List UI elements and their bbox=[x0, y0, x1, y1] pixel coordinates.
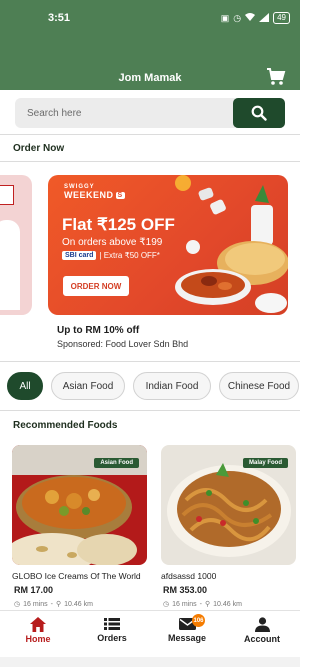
system-gesture-bar bbox=[0, 657, 300, 667]
banner-extra: SBI card | Extra ₹50 OFF* bbox=[62, 251, 160, 260]
food-card[interactable]: Asian Food GLOBO Ice Creams Of The World… bbox=[12, 445, 147, 610]
location-pin-icon: ⚲ bbox=[55, 601, 62, 608]
banner-brand-bottom: WEEKEND bbox=[64, 190, 114, 200]
food-category-tag: Malay Food bbox=[242, 458, 288, 468]
recommended-title: Recommended Foods bbox=[13, 420, 118, 431]
meta-separator: - bbox=[50, 600, 53, 608]
divider bbox=[0, 161, 300, 162]
chip-asian-food[interactable]: Asian Food bbox=[51, 372, 125, 400]
message-badge: 106 bbox=[192, 614, 205, 627]
status-time: 3:51 bbox=[48, 12, 71, 24]
chip-all[interactable]: All bbox=[7, 372, 43, 400]
banner-brand: WEEKEND S bbox=[64, 190, 125, 200]
food-name: GLOBO Ice Creams Of The World bbox=[12, 571, 141, 581]
search-bar bbox=[15, 98, 285, 128]
status-bar: 3:51 ▣ ◷ 49 bbox=[0, 0, 300, 40]
search-button[interactable] bbox=[233, 98, 285, 128]
meta-separator: - bbox=[199, 600, 202, 608]
promo-sponsor: Sponsored: Food Lover Sdn Bhd bbox=[57, 339, 189, 349]
clock-icon: ◷ bbox=[14, 601, 21, 608]
clock-icon: ◷ bbox=[163, 601, 170, 608]
food-image: Asian Food bbox=[12, 445, 147, 565]
app-title: Jom Mamak bbox=[118, 72, 182, 84]
person-icon bbox=[254, 617, 270, 632]
wifi-icon bbox=[245, 12, 256, 24]
food-name: afdsassd 1000 bbox=[161, 571, 217, 581]
delivery-time: 16 mins bbox=[23, 600, 48, 608]
divider bbox=[0, 361, 300, 362]
order-now-button[interactable]: ORDER NOW bbox=[63, 276, 129, 296]
food-image: Malay Food bbox=[161, 445, 296, 565]
nav-account-label: Account bbox=[244, 634, 280, 644]
promo-banner[interactable]: SWIGGY WEEKEND S Flat ₹125 OFF On orders… bbox=[48, 175, 288, 315]
nav-message[interactable]: 106 Message bbox=[157, 614, 217, 643]
banner-subline: On orders above ₹199 bbox=[62, 237, 163, 248]
food-price: RM 353.00 bbox=[163, 585, 208, 595]
banner-figure bbox=[0, 220, 20, 310]
food-card[interactable]: Malay Food afdsassd 1000 RM 353.00 ◷ 16 … bbox=[161, 445, 296, 610]
list-icon bbox=[104, 618, 120, 630]
nav-message-label: Message bbox=[167, 633, 207, 643]
banner-brand-mark: S bbox=[115, 191, 125, 199]
food-meta: ◷ 16 mins - ⚲ 10.46 km bbox=[14, 600, 93, 609]
category-chips: All Asian Food Indian Food Chinese Food bbox=[7, 372, 299, 400]
alarm-icon: ◷ bbox=[233, 12, 242, 23]
chip-indian-food[interactable]: Indian Food bbox=[133, 372, 211, 400]
chip-chinese-food[interactable]: Chinese Food bbox=[219, 372, 299, 400]
bottom-navigation: Home Orders 106 Message Account bbox=[0, 610, 300, 657]
banner-extra-text: | Extra ₹50 OFF* bbox=[99, 251, 160, 260]
search-icon bbox=[251, 105, 267, 121]
nav-orders[interactable]: Orders bbox=[82, 617, 142, 643]
cart-icon[interactable] bbox=[266, 68, 286, 86]
banner-food-art bbox=[175, 175, 288, 313]
location-pin-icon: ⚲ bbox=[204, 601, 211, 608]
food-price: RM 17.00 bbox=[14, 585, 54, 595]
banner-logo-fragment bbox=[0, 185, 14, 205]
previous-banner[interactable] bbox=[0, 175, 32, 315]
nav-home[interactable]: Home bbox=[8, 617, 68, 644]
promo-title: Up to RM 10% off bbox=[57, 325, 140, 336]
delivery-distance: 10.46 km bbox=[64, 600, 93, 608]
nav-home-label: Home bbox=[25, 634, 51, 644]
divider bbox=[0, 410, 300, 411]
home-icon bbox=[30, 617, 46, 632]
nav-account[interactable]: Account bbox=[232, 617, 292, 644]
search-input[interactable] bbox=[15, 98, 235, 128]
food-meta: ◷ 16 mins - ⚲ 10.46 km bbox=[163, 600, 242, 609]
vibrate-icon: ▣ bbox=[220, 12, 230, 23]
food-category-tag: Asian Food bbox=[94, 458, 139, 468]
delivery-time: 16 mins bbox=[172, 600, 197, 608]
sbi-card-logo: SBI card bbox=[62, 251, 97, 260]
signal-icon bbox=[259, 12, 270, 24]
divider bbox=[0, 134, 300, 135]
delivery-distance: 10.46 km bbox=[213, 600, 242, 608]
battery-icon: 49 bbox=[273, 12, 290, 24]
order-now-title: Order Now bbox=[13, 143, 65, 154]
status-icons: ▣ ◷ 49 bbox=[221, 12, 290, 24]
banner-headline: Flat ₹125 OFF bbox=[62, 215, 175, 234]
app-bar: Jom Mamak bbox=[0, 40, 300, 90]
nav-orders-label: Orders bbox=[97, 633, 127, 643]
